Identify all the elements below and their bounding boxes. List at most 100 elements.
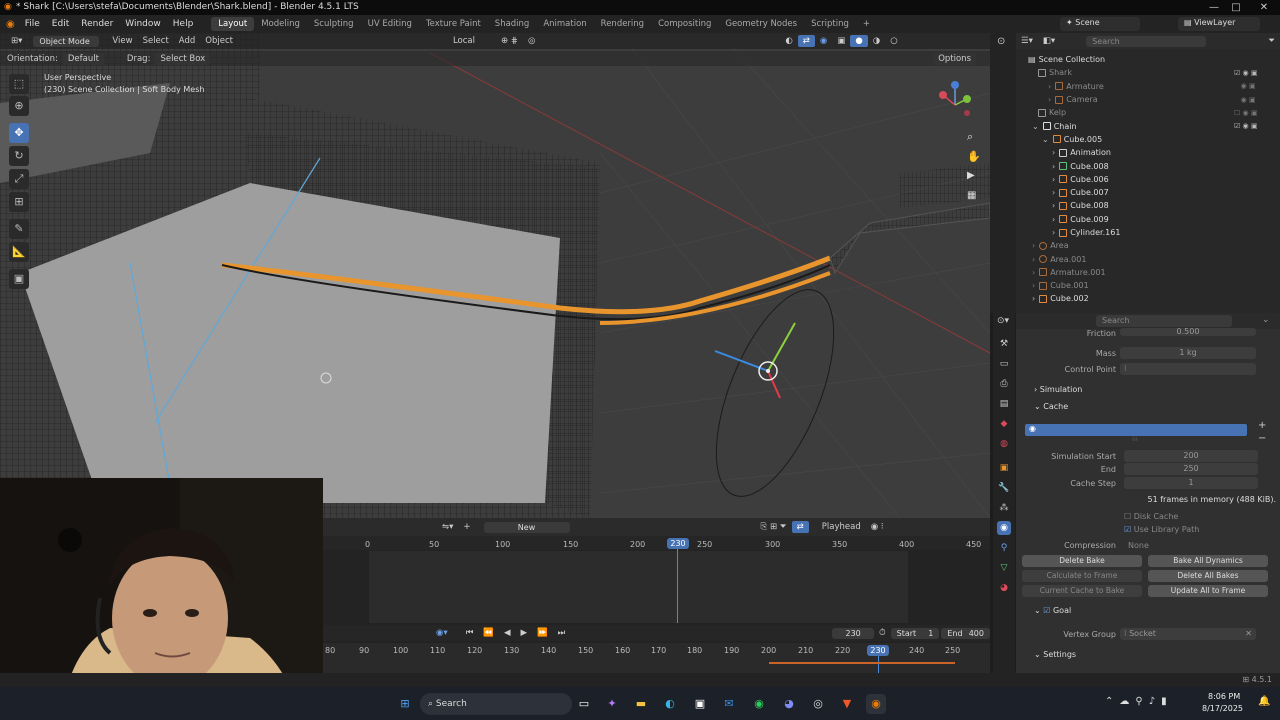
system-tray-icons[interactable]: ⌃☁⚲♪▮ [1105,696,1173,707]
windows-start-icon[interactable]: ⊞ [395,694,415,714]
collapse-arrow-icon[interactable]: ⌄ [1042,135,1049,144]
world-tab-icon[interactable]: ◍ [997,437,1011,451]
shading-solid-icon[interactable]: ● [850,35,868,47]
modifier-tab-icon[interactable]: 🔧 [997,481,1011,495]
menu-file[interactable]: File [19,19,46,29]
pivot-selector[interactable]: Local [448,35,480,47]
object-menu[interactable]: Object [200,35,238,47]
overlay-icon[interactable]: ◉ [815,35,832,47]
end-frame-field[interactable]: End 400 [941,627,990,639]
options-dropdown[interactable]: Options [933,52,976,65]
physics-tab-icon[interactable]: ◉ [997,521,1011,535]
play-reverse-icon[interactable]: ◀ [499,627,516,639]
zoom-icon[interactable]: ⌕ [967,130,973,144]
3d-viewport[interactable]: ⊞▾ Object Mode View Select Add Object Lo… [0,33,990,518]
tab-geometry-nodes[interactable]: Geometry Nodes [718,17,804,31]
friction-field[interactable]: 0.500 [1120,328,1256,336]
discord-icon[interactable]: ◕ [779,694,799,714]
constraints-tab-icon[interactable]: ⚲ [997,541,1011,555]
vertex-group-field[interactable]: ⁝ Socket ✕ [1120,628,1256,640]
record-icon[interactable]: ◉▾ [431,627,453,639]
calculate-to-frame-button[interactable]: Calculate to Frame [1022,570,1142,582]
scene-tab-icon[interactable]: ◆ [997,417,1011,431]
current-frame-badge[interactable]: 230 [667,538,689,549]
cache-section[interactable]: ⌄ Cache [1034,402,1068,411]
scale-tool-icon[interactable]: ⤢ [9,169,29,189]
measure-tool-icon[interactable]: 📐 [9,242,29,262]
tab-rendering[interactable]: Rendering [594,17,651,31]
pin-icon[interactable]: ⌄ [1262,315,1270,325]
snap-icon[interactable]: ⊕ ⋕ [496,35,523,47]
cache-add-icon[interactable]: + [1258,420,1266,431]
control-point-field[interactable]: ⁝ [1120,363,1256,375]
eye-icon[interactable]: ☐ ◉ ▣ [1234,107,1274,120]
tab-compositing[interactable]: Compositing [651,17,718,31]
pan-icon[interactable]: ✋ [967,150,981,163]
blender-taskbar-icon[interactable]: ◉ [866,694,886,714]
sim-start-field[interactable]: 200 [1124,450,1258,462]
menu-window[interactable]: Window [119,19,167,29]
current-cache-to-bake-button[interactable]: Current Cache to Bake [1022,585,1142,597]
cursor-tool-icon[interactable]: ⊕ [9,96,29,116]
view-menu[interactable]: View [107,35,137,47]
start-frame-field[interactable]: Start 1 [890,627,940,639]
playhead-selector[interactable]: Playhead [817,521,866,533]
particles-tab-icon[interactable]: ⁂ [997,501,1011,515]
expand-arrow-icon[interactable]: › [1052,201,1055,210]
clock-icon[interactable]: ⏱ [874,627,891,639]
end-field[interactable]: 250 [1124,463,1258,475]
shading-material-icon[interactable]: ◑ [868,35,885,47]
menu-render[interactable]: Render [75,19,119,29]
expand-arrow-icon[interactable]: › [1052,228,1055,237]
expand-arrow-icon[interactable]: › [1032,268,1035,277]
tool-tab-icon[interactable]: ⚒ [997,337,1011,351]
editor-type-icon[interactable]: ⊞▾ [6,35,27,47]
expand-arrow-icon[interactable]: › [1032,294,1035,303]
jump-end-icon[interactable]: ⏭ [553,627,571,639]
outlook-icon[interactable]: ✉ [719,694,739,714]
eye-icon[interactable]: ◉ ▣ [1234,94,1274,107]
notification-icon[interactable]: 🔔 [1258,696,1270,707]
material-tab-icon[interactable]: ◕ [997,581,1011,595]
proportional-icon[interactable]: ◉ ⁝ [866,521,889,533]
edge-icon[interactable]: ◐ [660,694,680,714]
view-layer-tab-icon[interactable]: ▤ [997,397,1011,411]
current-frame-badge-lower[interactable]: 230 [867,645,889,656]
mass-field[interactable]: 1 kg [1120,347,1256,359]
collapse-arrow-icon[interactable]: ⌄ [1032,122,1039,131]
select-tool-icon[interactable]: ⬚ [9,74,29,94]
close-button[interactable]: ✕ [1253,0,1275,15]
gizmo-icon[interactable]: ⇄ [797,35,815,47]
current-frame-field[interactable]: 230 [832,627,874,639]
eye-icon[interactable]: ☑ ◉ ▣ [1234,67,1274,80]
tab-scripting[interactable]: Scripting [804,17,856,31]
copilot-icon[interactable]: ✦ [602,694,622,714]
update-all-to-frame-button[interactable]: Update All to Frame [1148,585,1268,597]
scene-selector[interactable]: ✦ Scene [1060,17,1140,31]
jump-start-icon[interactable]: ⏮ [461,627,479,639]
eye-icon[interactable]: ◉ ▣ [1234,80,1274,93]
outliner-type-icon[interactable]: ☰▾ [1016,35,1038,47]
file-explorer-icon[interactable]: ▬ [631,694,651,714]
tab-sculpting[interactable]: Sculpting [307,17,361,31]
clock-time[interactable]: 8:06 PM [1208,692,1240,701]
expand-arrow-icon[interactable]: › [1052,175,1055,184]
expand-arrow-icon[interactable]: › [1052,162,1055,171]
output-tab-icon[interactable]: ⎙ [997,377,1011,391]
shading-rendered-icon[interactable]: ○ [885,35,902,47]
properties-editor-icon[interactable]: ⊙▾ [997,316,1009,326]
maximize-button[interactable]: □ [1225,0,1247,15]
chrome-icon[interactable]: ◎ [808,694,828,714]
next-key-icon[interactable]: ⏩ [532,627,553,639]
minimize-button[interactable]: — [1203,0,1225,15]
disk-cache-checkbox[interactable]: ☐ Disk Cache [1124,512,1178,521]
expand-arrow-icon[interactable]: › [1048,82,1051,91]
clear-icon[interactable]: ✕ [1245,628,1256,640]
new-action-button[interactable]: New [483,521,570,533]
prev-key-icon[interactable]: ⏪ [478,627,499,639]
render-tab-icon[interactable]: ▭ [997,357,1011,371]
outliner-editor-icon[interactable]: ⊙ [997,36,1005,47]
timeline-editor-icon[interactable]: ⇋▾ [437,521,458,533]
annotate-tool-icon[interactable]: ✎ [9,219,29,239]
delete-all-bakes-button[interactable]: Delete All Bakes [1148,570,1268,582]
